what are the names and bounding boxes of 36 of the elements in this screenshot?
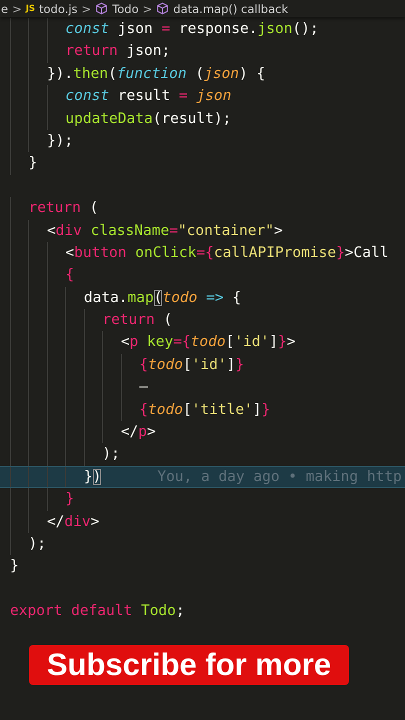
code-line: const result = json xyxy=(10,85,232,108)
code-line: export default Todo; xyxy=(10,602,185,622)
code-line: } xyxy=(10,152,38,175)
code-line: ); xyxy=(10,532,46,556)
code-line: } xyxy=(10,557,19,576)
breadcrumb-item[interactable]: todo.js xyxy=(39,2,78,16)
code-line: <div className="container"> xyxy=(10,220,283,242)
code-line: } xyxy=(10,488,74,511)
code-line: <button onClick={callAPIPromise}>Call xyxy=(10,242,388,264)
code-line: { xyxy=(10,264,74,287)
breadcrumb-separator: > xyxy=(12,2,22,16)
breadcrumb-separator: > xyxy=(142,2,152,16)
breadcrumb-separator: > xyxy=(82,2,92,16)
code-line: const json = response.json(); xyxy=(10,18,319,40)
code-line: return ( xyxy=(10,197,98,220)
code-line: }).then(function (json) { xyxy=(10,62,266,86)
code-line: return json; xyxy=(10,40,170,63)
breadcrumb-item[interactable]: Todo xyxy=(112,2,139,16)
code-line: <p key={todo['id']}> xyxy=(10,331,296,354)
blame-annotation: You, a day ago • making http xyxy=(157,468,402,487)
cube-icon xyxy=(95,2,108,15)
code-line: – xyxy=(10,376,148,399)
code-line: {todo['title']} xyxy=(10,398,270,422)
code-line: }); xyxy=(10,130,74,152)
code-line: data.map(todo => { xyxy=(10,286,242,310)
subscribe-banner: Subscribe for more xyxy=(29,645,349,685)
code-line: </p> xyxy=(10,421,156,444)
breadcrumb-item[interactable]: e xyxy=(1,2,8,16)
js-file-icon: JS xyxy=(26,4,36,14)
code-line: {todo['id']} xyxy=(10,354,244,376)
code-line: updateData(result); xyxy=(10,108,232,130)
cube-icon xyxy=(156,2,170,15)
code-line: </div> xyxy=(10,510,100,533)
code-line: return ( xyxy=(10,309,172,332)
breadcrumb-item[interactable]: data.map() callback xyxy=(173,2,288,16)
code-line: }) xyxy=(10,466,102,488)
